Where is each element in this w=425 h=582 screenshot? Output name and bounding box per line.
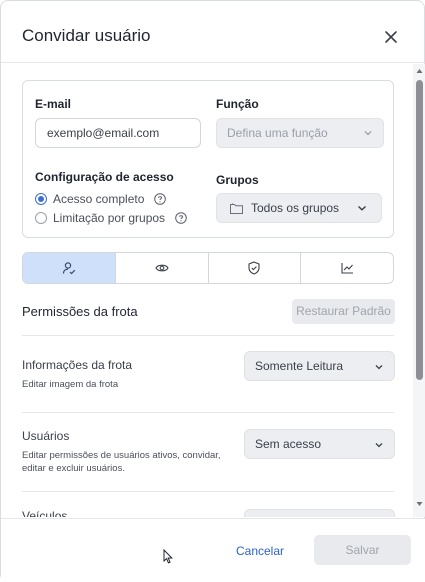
function-label: Função xyxy=(216,97,259,111)
radio-group-limit[interactable]: Limitação por grupos xyxy=(35,211,187,225)
tab-user-permissions[interactable] xyxy=(23,253,116,283)
chevron-down-icon xyxy=(375,443,383,448)
invite-user-dialog: Convidar usuário E-mail Função Defina um… xyxy=(0,0,425,582)
permission-name: Veículos xyxy=(22,509,68,517)
scroll-up-icon[interactable] xyxy=(416,68,423,74)
save-button[interactable]: Salvar xyxy=(314,535,411,565)
radio-label: Acesso completo xyxy=(53,192,145,206)
radio-full-access[interactable]: Acesso completo xyxy=(35,192,167,206)
tab-reports[interactable] xyxy=(301,253,393,283)
permission-select-users[interactable]: Sem acesso xyxy=(244,429,395,459)
radio-label: Limitação por grupos xyxy=(53,211,166,225)
line-chart-icon xyxy=(341,263,353,274)
groups-label: Grupos xyxy=(216,173,259,187)
dialog-footer: Cancelar Salvar xyxy=(1,518,425,582)
permission-name: Informações da frota xyxy=(22,358,133,372)
access-config-label: Configuração de acesso xyxy=(35,170,174,184)
chevron-down-icon xyxy=(375,365,383,370)
permission-name: Usuários xyxy=(22,429,70,443)
restore-default-button[interactable]: Restaurar Padrão xyxy=(292,299,395,324)
close-icon[interactable] xyxy=(381,27,401,47)
function-select[interactable]: Defina uma função xyxy=(216,118,384,148)
user-info-card: E-mail Função Defina uma função Configur… xyxy=(22,80,394,238)
permission-select-value: Sem acesso xyxy=(255,437,322,451)
mouse-cursor-icon xyxy=(163,549,173,564)
folder-icon xyxy=(230,203,243,214)
permission-tabs xyxy=(22,252,394,284)
divider xyxy=(22,491,394,492)
dialog-header: Convidar usuário xyxy=(1,1,425,63)
permission-description: Editar imagem da frota xyxy=(22,379,119,390)
cancel-button[interactable]: Cancelar xyxy=(231,537,289,565)
scrollbar-thumb[interactable] xyxy=(416,80,423,380)
dialog-title: Convidar usuário xyxy=(22,26,151,45)
dialog-body: E-mail Função Defina uma função Configur… xyxy=(1,64,413,517)
chevron-down-icon xyxy=(364,131,372,136)
email-label: E-mail xyxy=(35,97,72,111)
tab-view[interactable] xyxy=(116,253,209,283)
email-field[interactable] xyxy=(35,118,201,148)
groups-select-value: Todos os grupos xyxy=(251,201,340,215)
eye-icon xyxy=(155,264,169,272)
help-icon[interactable] xyxy=(175,212,187,224)
radio-button[interactable] xyxy=(35,212,47,224)
user-check-icon xyxy=(62,262,76,275)
chevron-down-icon xyxy=(358,205,366,211)
divider xyxy=(22,412,394,413)
function-select-value: Defina uma função xyxy=(227,126,328,140)
shield-check-icon xyxy=(248,261,260,275)
scrollbar[interactable] xyxy=(413,64,425,517)
tab-security[interactable] xyxy=(209,253,302,283)
permission-select-value: Somente Leitura xyxy=(255,359,344,373)
help-icon[interactable] xyxy=(154,193,167,205)
fleet-permissions-title: Permissões da frota xyxy=(22,304,138,319)
permission-description: Editar permissões de usuários ativos, co… xyxy=(22,450,221,474)
permission-select-vehicles[interactable] xyxy=(244,509,395,517)
permission-select-fleet-info[interactable]: Somente Leitura xyxy=(244,351,395,381)
scroll-down-icon[interactable] xyxy=(416,501,423,507)
radio-button-selected[interactable] xyxy=(35,193,47,205)
divider xyxy=(22,335,394,336)
groups-select[interactable]: Todos os grupos xyxy=(216,193,382,223)
